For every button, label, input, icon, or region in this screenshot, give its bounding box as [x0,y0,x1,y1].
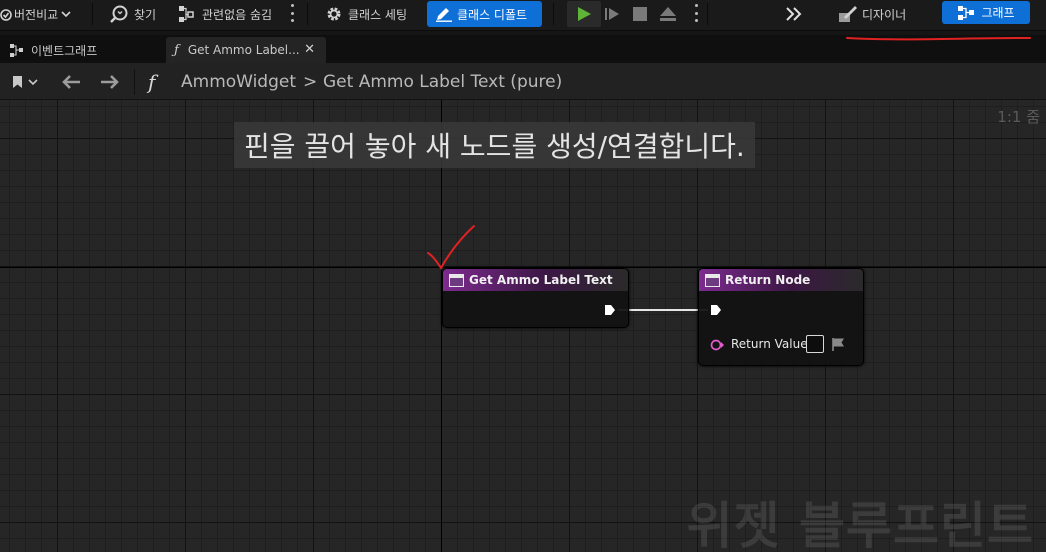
red-checkmark-annotation [427,225,475,270]
red-underline-annotation [846,37,1031,41]
hand-drawn-annotations [427,37,1031,270]
